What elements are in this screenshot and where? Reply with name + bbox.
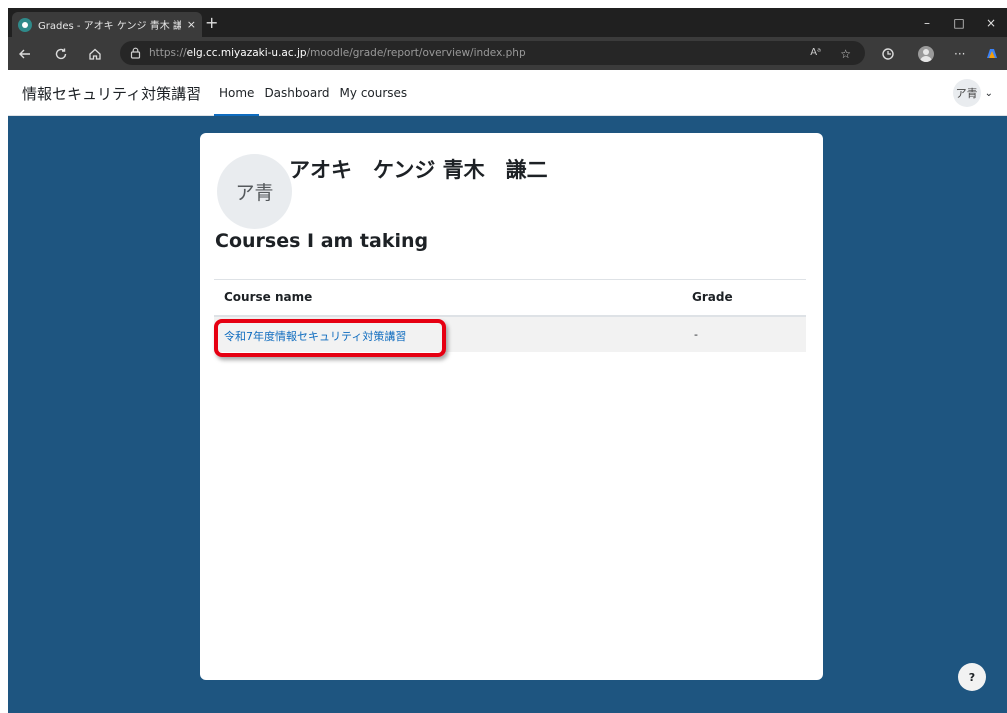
nav-dashboard[interactable]: Dashboard (259, 70, 334, 116)
course-link[interactable]: 令和7年度情報セキュリティ対策講習 (224, 330, 406, 343)
section-title: Courses I am taking (215, 230, 429, 252)
profile-avatar: ア青 (217, 154, 292, 229)
browser-window: Grades - アオキ ケンジ 青木 謙二 × + – □ × https:/… (8, 8, 1007, 713)
address-bar[interactable]: https://elg.cc.miyazaki-u.ac.jp/moodle/g… (120, 41, 865, 65)
table-header-row: Course name Grade (214, 280, 806, 317)
user-fullname: アオキ ケンジ 青木 謙二 (289, 158, 548, 182)
course-cell: 令和7年度情報セキュリティ対策講習 (214, 319, 446, 357)
star-icon[interactable]: ☆ (840, 47, 851, 61)
tab-title: Grades - アオキ ケンジ 青木 謙二 (38, 21, 181, 32)
url-scheme: https:// (149, 47, 187, 59)
tab-strip: Grades - アオキ ケンジ 青木 謙二 × + – □ × (8, 8, 1007, 37)
nav-my-courses[interactable]: My courses (335, 70, 413, 116)
grade-cell: - (694, 328, 698, 341)
extension-icon[interactable] (881, 43, 895, 65)
column-header-grade: Grade (692, 290, 733, 304)
url-path: /moodle/grade/report/overview/index.php (306, 47, 526, 59)
user-menu[interactable]: ア青 ⌄ (952, 79, 993, 107)
page-background: ア青 アオキ ケンジ 青木 謙二 Courses I am taking Cou… (8, 116, 1007, 713)
window-controls: – □ × (911, 8, 1007, 37)
close-window-button[interactable]: × (975, 8, 1007, 37)
new-tab-button[interactable]: + (205, 12, 218, 34)
browser-tab[interactable]: Grades - アオキ ケンジ 青木 謙二 × (12, 12, 202, 37)
home-icon[interactable] (84, 43, 106, 65)
table-row: 令和7年度情報セキュリティ対策講習 - (214, 317, 806, 357)
primary-navigation: Home Dashboard My courses (214, 70, 413, 117)
grades-overview-card: ア青 アオキ ケンジ 青木 謙二 Courses I am taking Cou… (200, 133, 823, 680)
user-avatar[interactable]: ア青 (952, 79, 981, 107)
moodle-favicon-icon (18, 17, 32, 32)
read-aloud-icon[interactable]: Aᵃ (810, 47, 821, 58)
chevron-down-icon[interactable]: ⌄ (985, 88, 993, 99)
help-button[interactable]: ? (958, 663, 986, 691)
minimize-button[interactable]: – (911, 8, 943, 37)
column-header-course: Course name (224, 290, 313, 304)
url-host: elg.cc.miyazaki-u.ac.jp (186, 47, 307, 59)
tab-close-icon[interactable]: × (187, 18, 196, 31)
profile-icon[interactable] (918, 43, 934, 65)
nav-home[interactable]: Home (214, 70, 260, 117)
maximize-button[interactable]: □ (943, 8, 975, 37)
site-brand[interactable]: 情報セキュリティ対策講習 (22, 83, 201, 104)
site-header: 情報セキュリティ対策講習 Home Dashboard My courses ア… (8, 70, 1007, 117)
url-text[interactable]: https://elg.cc.miyazaki-u.ac.jp/moodle/g… (149, 47, 526, 59)
lock-icon[interactable] (130, 44, 141, 63)
browser-toolbar: https://elg.cc.miyazaki-u.ac.jp/moodle/g… (8, 37, 1007, 70)
more-icon[interactable]: ··· (954, 43, 965, 65)
copilot-icon[interactable] (984, 43, 1000, 65)
grades-table: Course name Grade 令和7年度情報セキュリティ対策講習 - (214, 279, 806, 357)
refresh-icon[interactable] (50, 43, 72, 65)
back-icon[interactable] (14, 43, 36, 65)
